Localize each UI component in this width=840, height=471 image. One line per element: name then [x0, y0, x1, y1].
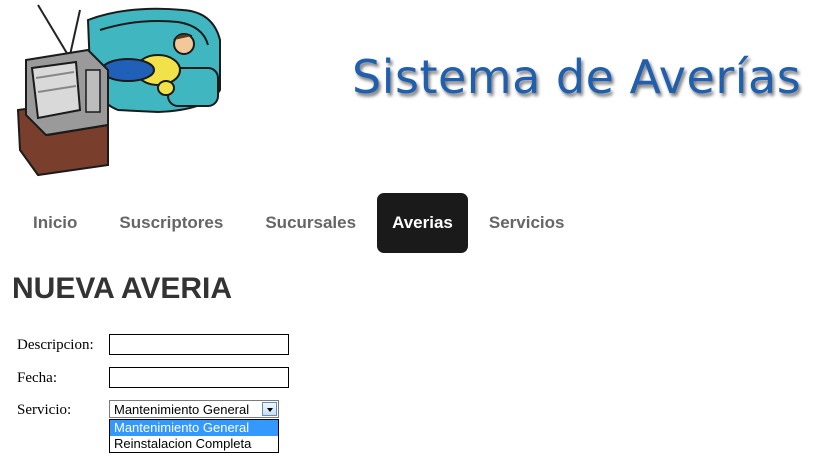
dropdown-option-reinstalacion[interactable]: Reinstalacion Completa	[110, 436, 278, 452]
servicio-label: Servicio:	[17, 402, 72, 418]
app-title: Sistema de Averías	[352, 50, 802, 104]
tv-couch-logo	[16, 4, 221, 177]
servicio-select[interactable]: Mantenimiento General	[109, 400, 279, 418]
nav-item-sucursales[interactable]: Sucursales	[244, 193, 377, 253]
fecha-input[interactable]	[109, 367, 289, 388]
fecha-label: Fecha:	[17, 370, 57, 386]
nav-item-suscriptores[interactable]: Suscriptores	[98, 193, 244, 253]
nav-item-inicio[interactable]: Inicio	[12, 193, 98, 253]
servicio-dropdown-list: Mantenimiento General Reinstalacion Comp…	[109, 419, 279, 453]
chevron-down-icon[interactable]	[262, 402, 277, 416]
page: Sistema de Averías Inicio Suscriptores S…	[0, 0, 840, 471]
nav-item-servicios[interactable]: Servicios	[468, 193, 586, 253]
servicio-selected-value: Mantenimiento General	[114, 402, 250, 417]
nav-item-averias[interactable]: Averias	[377, 193, 468, 253]
descripcion-label: Descripcion:	[17, 337, 94, 353]
page-heading: NUEVA AVERIA	[12, 272, 233, 305]
dropdown-option-mantenimiento[interactable]: Mantenimiento General	[110, 420, 278, 436]
descripcion-input[interactable]	[109, 334, 289, 355]
main-nav: Inicio Suscriptores Sucursales Averias S…	[12, 193, 586, 253]
